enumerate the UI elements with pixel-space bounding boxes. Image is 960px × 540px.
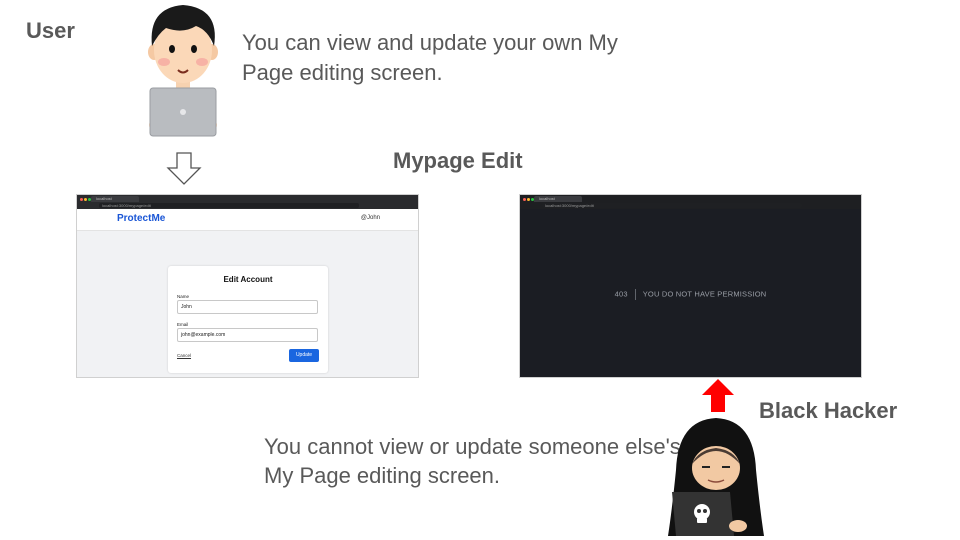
brand-logo: ProtectMe [117, 213, 166, 224]
edit-account-card: Edit Account Name John Email john@exampl… [168, 266, 328, 373]
user-label: User [26, 18, 75, 43]
user-description: You can view and update your own My Page… [242, 30, 618, 85]
error-divider [634, 289, 636, 300]
error-message: YOU DO NOT HAVE PERMISSION [642, 289, 767, 299]
cancel-link: Cancel [177, 353, 192, 358]
user-handle: @John [360, 215, 380, 221]
browser-tab-label: localhost [96, 196, 112, 201]
denied-arrow-icon [702, 379, 734, 412]
update-button: Update [289, 349, 319, 362]
user-illustration [148, 5, 218, 137]
hacker-description: You cannot view or update someone else's… [264, 434, 681, 488]
email-field: john@example.com [177, 328, 318, 342]
address-bar-url: localhost:3000/mypage/edit [102, 203, 151, 208]
error-code: 403 [614, 289, 628, 299]
browser-tab-label: localhost [539, 196, 555, 201]
error-message-row: 403 YOU DO NOT HAVE PERMISSION [520, 289, 861, 300]
browser-chrome: localhost localhost:3000/mypage/edit [77, 195, 418, 209]
allowed-arrow-icon [166, 152, 202, 185]
forbidden-screenshot: localhost localhost:3000/mypage/edit 403… [520, 195, 861, 377]
mypage-edit-screenshot: localhost localhost:3000/mypage/edit Pro… [77, 195, 418, 377]
browser-chrome: localhost localhost:3000/mypage/edit [520, 195, 861, 209]
name-label: Name [177, 294, 190, 299]
black-hacker-illustration [668, 418, 764, 536]
email-label: Email [177, 322, 189, 327]
address-bar-url: localhost:3000/mypage/edit [545, 203, 594, 208]
hacker-label: Black Hacker [759, 398, 898, 423]
name-field: John [177, 300, 318, 314]
card-title: Edit Account [223, 275, 273, 284]
section-title: Mypage Edit [393, 148, 523, 173]
